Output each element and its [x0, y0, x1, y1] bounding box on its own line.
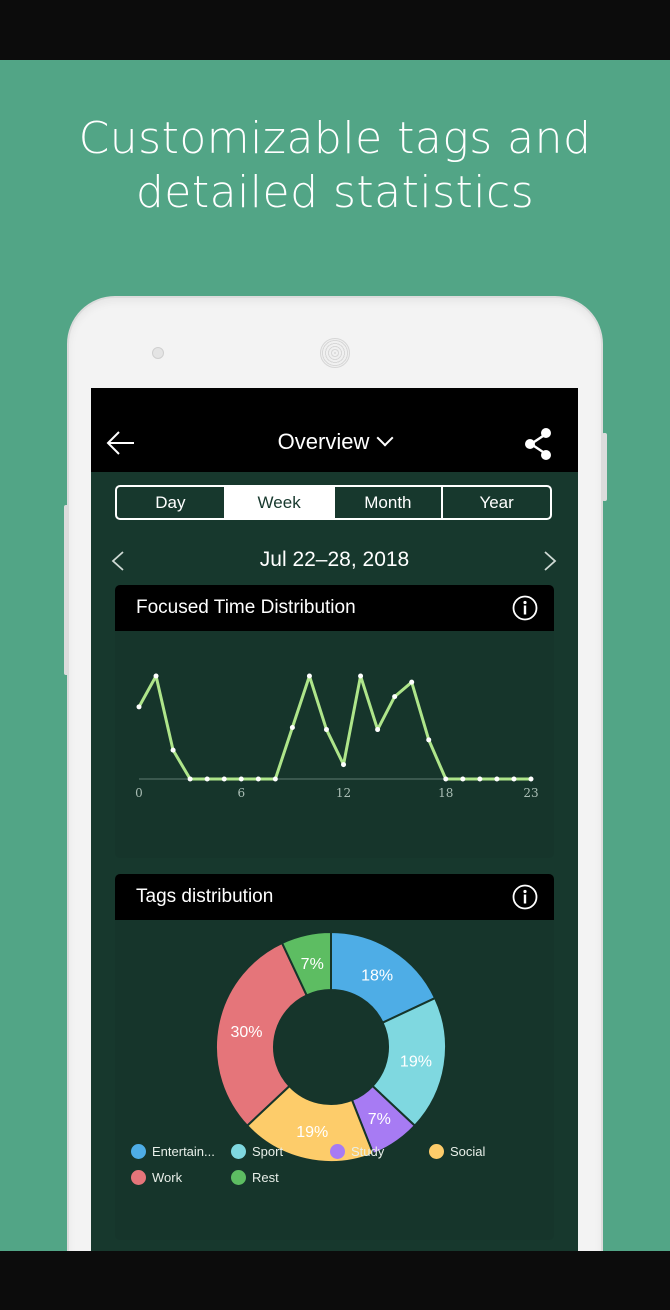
legend-item: Entertain... — [131, 1144, 215, 1159]
data-point — [238, 776, 244, 782]
card-header: Tags distribution — [115, 874, 554, 920]
data-point — [392, 694, 398, 700]
headline-line-2: detailed statistics — [135, 167, 535, 218]
legend-label: Rest — [252, 1170, 279, 1185]
slice-label: 30% — [231, 1024, 263, 1041]
data-point — [341, 762, 347, 768]
data-point — [426, 737, 432, 743]
legend-item: Social — [429, 1144, 485, 1159]
chevron-down-icon — [376, 429, 394, 447]
legend-swatch — [231, 1144, 246, 1159]
slice-label: 19% — [296, 1124, 328, 1141]
x-tick-label: 0 — [135, 786, 143, 800]
legend-swatch — [131, 1170, 146, 1185]
date-range: Jul 22–28, 2018 — [259, 548, 410, 571]
legend-item: Study — [330, 1144, 384, 1159]
data-point — [375, 727, 381, 733]
tags-donut-chart: 18% 19% 7% 19% 30% 7% — [215, 930, 447, 1163]
data-point — [170, 747, 176, 753]
legend-swatch — [429, 1144, 444, 1159]
x-tick-label: 6 — [237, 786, 245, 800]
app-screen: Overview Day Week Month Year Jul 22–28, … — [91, 388, 578, 1251]
promo-headline: Customizable tags and detailed statistic… — [0, 112, 670, 220]
tab-day[interactable]: Day — [117, 487, 226, 518]
legend-label: Work — [152, 1170, 183, 1185]
x-tick-label: 23 — [523, 786, 538, 800]
data-point — [289, 725, 295, 730]
x-tick-label: 12 — [336, 786, 351, 800]
front-camera — [152, 347, 164, 359]
data-point — [204, 776, 210, 782]
data-point — [443, 776, 449, 782]
info-icon[interactable] — [512, 884, 538, 910]
x-tick-label: 18 — [438, 786, 453, 800]
legend-label: Social — [450, 1144, 486, 1159]
tags-distribution-card: Tags distribution 18% 19% 7% 19% 30% 7% Enter… — [115, 874, 554, 1240]
data-point — [528, 776, 534, 782]
card-title: Focused Time Distribution — [136, 597, 356, 618]
legend-label: Study — [351, 1144, 385, 1159]
legend-label: Entertain... — [152, 1144, 215, 1159]
data-point — [136, 704, 142, 710]
tab-month[interactable]: Month — [335, 487, 444, 518]
data-point — [323, 727, 329, 733]
data-point — [409, 679, 415, 685]
focused-time-card: Focused Time Distribution 0 6 12 18 23 — [115, 585, 554, 858]
phone-side-button-right — [602, 433, 607, 501]
data-point — [255, 776, 261, 782]
legend-label: Sport — [252, 1144, 284, 1159]
share-icon[interactable] — [523, 427, 553, 461]
data-point — [494, 776, 500, 782]
period-tabs: Day Week Month Year — [115, 485, 552, 520]
card-title: Tags distribution — [136, 886, 274, 907]
chevron-right-icon[interactable] — [543, 551, 557, 571]
headline-line-1: Customizable tags and — [78, 113, 592, 164]
legend-item: Sport — [231, 1144, 283, 1159]
legend-item: Rest — [231, 1170, 279, 1185]
slice-label: 7% — [301, 956, 324, 973]
slice-label: 19% — [400, 1053, 432, 1070]
data-point — [153, 673, 159, 679]
earpiece-speaker — [320, 338, 350, 368]
data-point — [460, 776, 466, 782]
slice-label: 7% — [368, 1111, 391, 1128]
page-title: Overview — [277, 429, 370, 455]
data-point — [511, 776, 517, 782]
slice-label: 18% — [361, 967, 393, 984]
tab-week[interactable]: Week — [225, 487, 335, 518]
data-point — [272, 776, 278, 782]
legend-swatch — [131, 1144, 146, 1159]
data-point — [358, 673, 364, 679]
legend-item: Work — [131, 1170, 182, 1185]
info-icon[interactable] — [512, 595, 538, 621]
data-point — [477, 776, 483, 782]
card-header: Focused Time Distribution — [115, 585, 554, 631]
legend-swatch — [231, 1170, 246, 1185]
top-black-bar — [0, 0, 670, 60]
app-bar: Overview — [91, 388, 578, 472]
data-point — [306, 673, 312, 679]
legend-swatch — [330, 1144, 345, 1159]
overview-dropdown[interactable]: Overview — [91, 428, 578, 455]
focused-time-line-chart: 0 6 12 18 23 — [135, 673, 539, 800]
data-point — [221, 776, 227, 782]
phone-side-button-left — [64, 505, 69, 675]
series-line — [137, 674, 531, 781]
data-point — [187, 776, 193, 782]
bottom-black-bar — [0, 1251, 670, 1310]
tab-year[interactable]: Year — [443, 487, 550, 518]
